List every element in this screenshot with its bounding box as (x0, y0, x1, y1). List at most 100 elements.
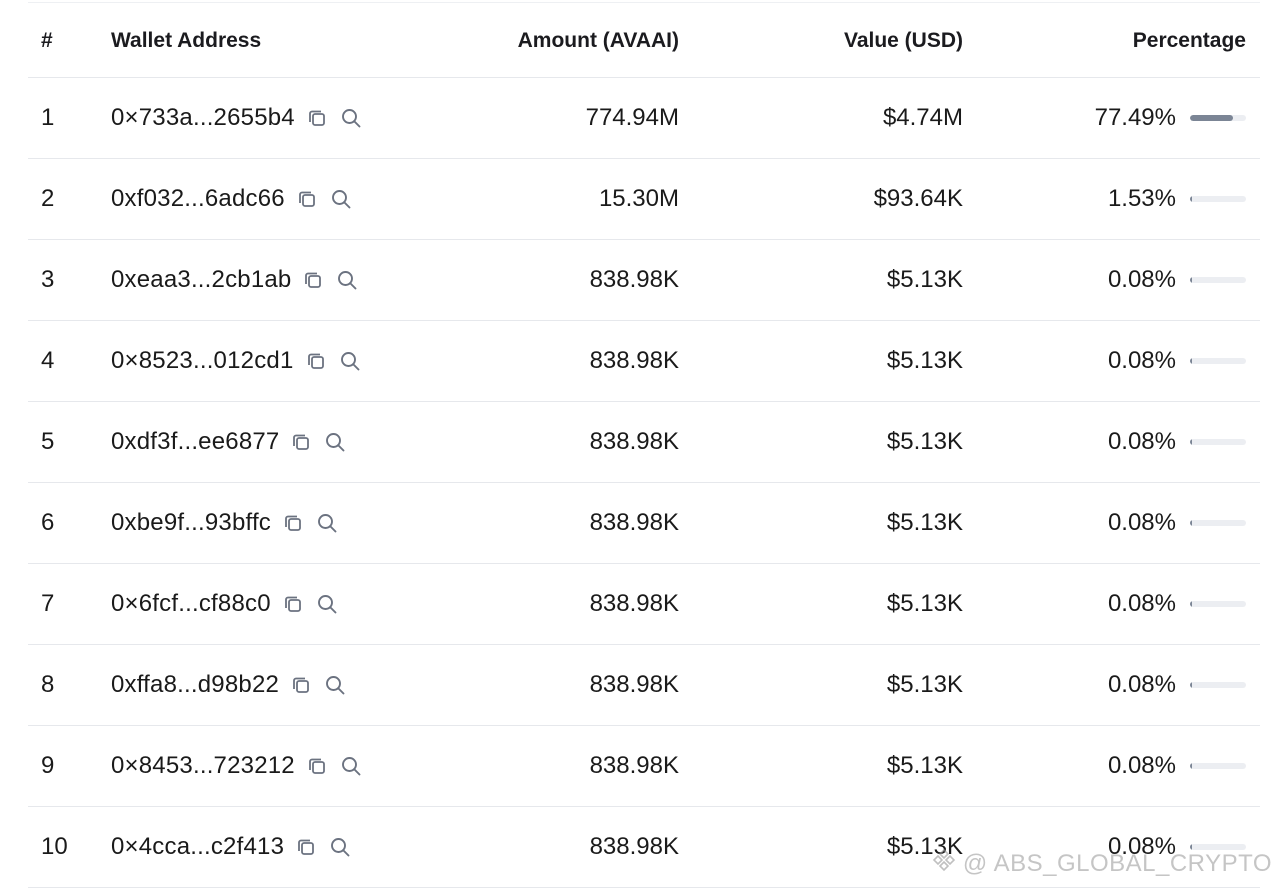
rank-column-header: # (28, 4, 111, 78)
wallet-address-cell: 0×733a...2655b4 (111, 77, 451, 159)
wallet-address-link[interactable]: 0×8453...723212 (111, 752, 295, 780)
copy-icon[interactable] (301, 268, 325, 292)
table-row[interactable]: 5 0xdf3f...ee6877 838.98K $5.13K 0.08% (28, 401, 1260, 483)
rank-cell: 1 (28, 77, 111, 159)
percentage-bar-fill (1190, 115, 1234, 121)
copy-icon[interactable] (304, 349, 328, 373)
value-cell: $5.13K (679, 563, 963, 645)
percentage-cell: 0.08% (963, 482, 1260, 564)
percentage-bar-fill (1190, 439, 1192, 445)
percentage-text: 0.08% (1107, 347, 1176, 374)
copy-icon[interactable] (281, 592, 305, 616)
search-icon[interactable] (339, 754, 363, 778)
wallet-address-link[interactable]: 0×733a...2655b4 (111, 104, 295, 132)
percentage-bar (1190, 277, 1246, 283)
search-icon[interactable] (339, 106, 363, 130)
percentage-text: 77.49% (1094, 104, 1176, 131)
rank-cell: 4 (28, 320, 111, 402)
wallet-address-cell: 0×8453...723212 (111, 725, 451, 807)
percentage-bar (1190, 358, 1246, 364)
copy-icon[interactable] (295, 187, 319, 211)
rank-cell: 5 (28, 401, 111, 483)
percentage-cell: 0.08% (963, 401, 1260, 483)
amount-cell: 838.98K (451, 401, 679, 483)
search-icon[interactable] (329, 187, 353, 211)
percentage-cell: 1.53% (963, 158, 1260, 240)
copy-icon[interactable] (294, 835, 318, 859)
copy-icon[interactable] (289, 673, 313, 697)
table-row[interactable]: 3 0xeaa3...2cb1ab 838.98K $5.13K 0.08% (28, 239, 1260, 321)
percentage-column-header: Percentage (963, 4, 1260, 78)
watermark-text: @ ABS_GLOBAL_CRYPTO (962, 849, 1272, 877)
wallet-address-link[interactable]: 0xeaa3...2cb1ab (111, 266, 291, 294)
percentage-cell: 0.08% (963, 725, 1260, 807)
table-row[interactable]: 7 0×6fcf...cf88c0 838.98K $5.13K 0.08% (28, 563, 1260, 645)
search-icon[interactable] (315, 592, 339, 616)
percentage-cell: 0.08% (963, 644, 1260, 726)
search-icon[interactable] (315, 511, 339, 535)
value-cell: $5.13K (679, 401, 963, 483)
percentage-text: 0.08% (1107, 671, 1176, 698)
search-icon[interactable] (323, 430, 347, 454)
rank-cell: 10 (28, 806, 111, 888)
watermark-logo-icon (931, 847, 957, 880)
table-row[interactable]: 4 0×8523...012cd1 838.98K $5.13K 0.08% (28, 320, 1260, 402)
search-icon[interactable] (323, 673, 347, 697)
percentage-bar-fill (1190, 520, 1192, 526)
percentage-bar (1190, 439, 1246, 445)
search-icon[interactable] (338, 349, 362, 373)
rank-cell: 9 (28, 725, 111, 807)
wallet-address-link[interactable]: 0xf032...6adc66 (111, 185, 285, 213)
wallet-address-link[interactable]: 0×6fcf...cf88c0 (111, 590, 271, 618)
search-icon[interactable] (328, 835, 352, 859)
wallet-address-column-header: Wallet Address (111, 4, 451, 78)
wallet-address-link[interactable]: 0xdf3f...ee6877 (111, 428, 279, 456)
percentage-text: 0.08% (1107, 752, 1176, 779)
amount-cell: 838.98K (451, 644, 679, 726)
rank-cell: 3 (28, 239, 111, 321)
table-body: 1 0×733a...2655b4 774.94M $4.74M 77.49% 2 0xf0… (28, 77, 1260, 888)
rank-cell: 7 (28, 563, 111, 645)
amount-column-header: Amount (AVAAI) (451, 4, 679, 78)
top-divider (28, 2, 1260, 3)
percentage-bar (1190, 115, 1246, 121)
wallet-address-link[interactable]: 0×4cca...c2f413 (111, 833, 284, 861)
value-cell: $5.13K (679, 239, 963, 321)
wallet-address-cell: 0×8523...012cd1 (111, 320, 451, 402)
wallet-address-link[interactable]: 0xffa8...d98b22 (111, 671, 279, 699)
value-cell: $5.13K (679, 482, 963, 564)
wallet-address-cell: 0xbe9f...93bffc (111, 482, 451, 564)
wallet-address-cell: 0×6fcf...cf88c0 (111, 563, 451, 645)
copy-icon[interactable] (305, 106, 329, 130)
value-cell: $5.13K (679, 806, 963, 888)
table-row[interactable]: 1 0×733a...2655b4 774.94M $4.74M 77.49% (28, 77, 1260, 159)
copy-icon[interactable] (289, 430, 313, 454)
amount-cell: 838.98K (451, 806, 679, 888)
watermark: @ ABS_GLOBAL_CRYPTO (931, 847, 1272, 880)
percentage-cell: 77.49% (963, 77, 1260, 159)
percentage-bar-fill (1190, 682, 1192, 688)
holders-table: # Wallet Address Amount (AVAAI) Value (U… (28, 4, 1260, 888)
value-cell: $5.13K (679, 644, 963, 726)
amount-cell: 838.98K (451, 239, 679, 321)
wallet-address-cell: 0xf032...6adc66 (111, 158, 451, 240)
rank-cell: 2 (28, 158, 111, 240)
table-row[interactable]: 6 0xbe9f...93bffc 838.98K $5.13K 0.08% (28, 482, 1260, 564)
percentage-bar-fill (1190, 277, 1192, 283)
amount-cell: 838.98K (451, 725, 679, 807)
percentage-cell: 0.08% (963, 320, 1260, 402)
copy-icon[interactable] (281, 511, 305, 535)
wallet-address-cell: 0×4cca...c2f413 (111, 806, 451, 888)
percentage-text: 0.08% (1107, 590, 1176, 617)
table-row[interactable]: 8 0xffa8...d98b22 838.98K $5.13K 0.08% (28, 644, 1260, 726)
search-icon[interactable] (335, 268, 359, 292)
amount-cell: 838.98K (451, 320, 679, 402)
value-column-header: Value (USD) (679, 4, 963, 78)
copy-icon[interactable] (305, 754, 329, 778)
holders-page: # Wallet Address Amount (AVAAI) Value (U… (0, 0, 1280, 890)
wallet-address-link[interactable]: 0xbe9f...93bffc (111, 509, 271, 537)
wallet-address-link[interactable]: 0×8523...012cd1 (111, 347, 294, 375)
table-row[interactable]: 2 0xf032...6adc66 15.30M $93.64K 1.53% (28, 158, 1260, 240)
table-row[interactable]: 9 0×8453...723212 838.98K $5.13K 0.08% (28, 725, 1260, 807)
value-cell: $5.13K (679, 320, 963, 402)
